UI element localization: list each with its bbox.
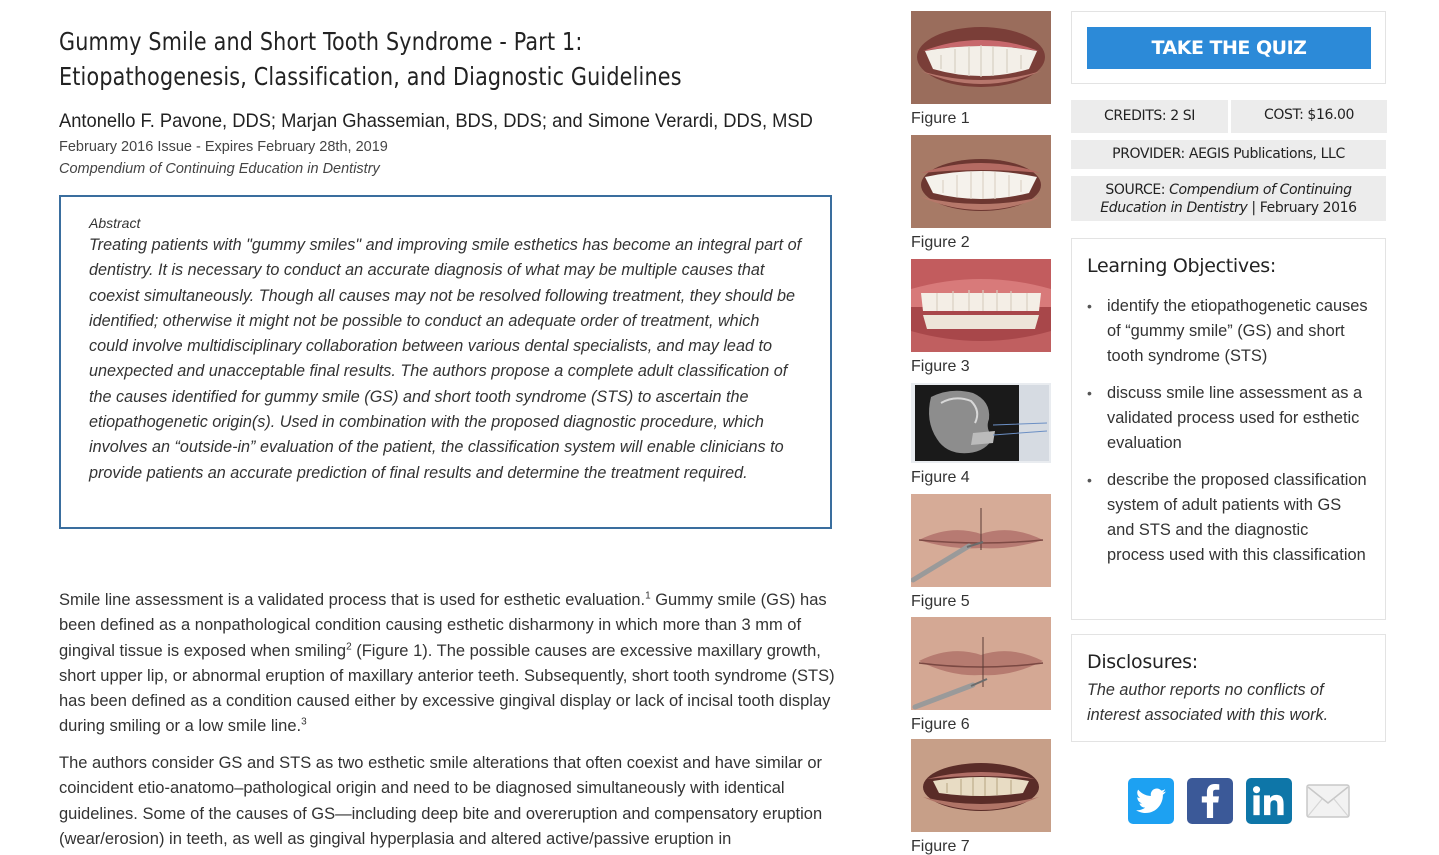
figure-5-image[interactable] [911, 494, 1051, 587]
figure-5[interactable]: Figure 5 [911, 494, 1051, 613]
learning-objectives-title: Learning Objectives: [1087, 255, 1276, 277]
abstract-box: Abstract Treating patients with "gummy s… [59, 195, 832, 529]
figure-1-image[interactable] [911, 11, 1051, 104]
article-title: Gummy Smile and Short Tooth Syndrome - P… [59, 24, 832, 94]
credits-badge: CREDITS: 2 SI [1071, 100, 1228, 133]
figure-2-image[interactable] [911, 135, 1051, 228]
figure-6[interactable]: Figure 6 [911, 617, 1051, 736]
title-line-1: Gummy Smile and Short Tooth Syndrome - P… [59, 27, 583, 56]
figure-2-caption: Figure 2 [911, 234, 970, 251]
reference-3[interactable]: 3 [301, 717, 307, 728]
source-date: February 2016 [1259, 200, 1357, 216]
figure-7[interactable]: Figure 7 [911, 739, 1051, 855]
figure-6-image[interactable] [911, 617, 1051, 710]
facebook-share-button[interactable] [1187, 778, 1233, 824]
figure-3-caption: Figure 3 [911, 358, 970, 375]
figure-5-caption: Figure 5 [911, 593, 970, 610]
cost-badge: COST: $16.00 [1231, 100, 1387, 133]
figure-7-image[interactable] [911, 739, 1051, 832]
figure-4-image[interactable] [911, 383, 1051, 463]
email-icon [1306, 784, 1350, 818]
figure-4[interactable]: Figure 4 [911, 383, 1051, 489]
figure-7-caption: Figure 7 [911, 838, 970, 855]
facebook-icon [1201, 784, 1220, 818]
twitter-icon [1136, 788, 1166, 813]
source-label: SOURCE: [1105, 182, 1170, 198]
figure-3-image[interactable] [911, 259, 1051, 352]
abstract-text: Treating patients with "gummy smiles" an… [89, 236, 802, 482]
objective-item: identify the etiopathogenetic causes of … [1087, 294, 1370, 369]
title-line-2: Etiopathogenesis, Classification, and Di… [59, 62, 682, 91]
article: Gummy Smile and Short Tooth Syndrome - P… [59, 24, 834, 529]
disclosures-card: Disclosures: The author reports no confl… [1071, 634, 1386, 742]
figure-1[interactable]: Figure 1 [911, 11, 1051, 130]
take-quiz-button[interactable]: TAKE THE QUIZ [1087, 27, 1371, 69]
provider-badge: PROVIDER: AEGIS Publications, LLC [1071, 140, 1386, 169]
twitter-share-button[interactable] [1128, 778, 1174, 824]
article-authors: Antonello F. Pavone, DDS; Marjan Ghassem… [59, 110, 813, 132]
body-paragraph-1: Smile line assessment is a validated pro… [59, 588, 839, 740]
linkedin-icon [1252, 786, 1284, 816]
figure-4-caption: Figure 4 [911, 469, 970, 486]
objective-item: discuss smile line assessment as a valid… [1087, 381, 1370, 456]
objective-item: describe the proposed classification sys… [1087, 468, 1370, 568]
figure-3[interactable]: Figure 3 [911, 259, 1051, 378]
email-share-button[interactable] [1305, 778, 1351, 824]
p1-text-a: Smile line assessment is a validated pro… [59, 591, 646, 609]
figure-6-caption: Figure 6 [911, 716, 970, 733]
source-badge: SOURCE: Compendium of Continuing Educati… [1071, 176, 1386, 221]
source-separator: | [1247, 200, 1260, 216]
learning-objectives-list: identify the etiopathogenetic causes of … [1087, 294, 1370, 568]
body-paragraph-2: The authors consider GS and STS as two e… [59, 754, 823, 848]
abstract-label: Abstract [89, 215, 141, 231]
linkedin-share-button[interactable] [1246, 778, 1292, 824]
learning-objectives-card: Learning Objectives: identify the etiopa… [1071, 238, 1386, 620]
disclosures-text: The author reports no conflicts of inter… [1087, 681, 1329, 724]
figure-2[interactable]: Figure 2 [911, 135, 1051, 254]
figure-1-caption: Figure 1 [911, 110, 970, 127]
issue-info: February 2016 Issue - Expires February 2… [59, 139, 388, 155]
quiz-card: TAKE THE QUIZ [1071, 11, 1386, 84]
disclosures-title: Disclosures: [1087, 651, 1198, 673]
journal-name: Compendium of Continuing Education in De… [59, 161, 380, 177]
